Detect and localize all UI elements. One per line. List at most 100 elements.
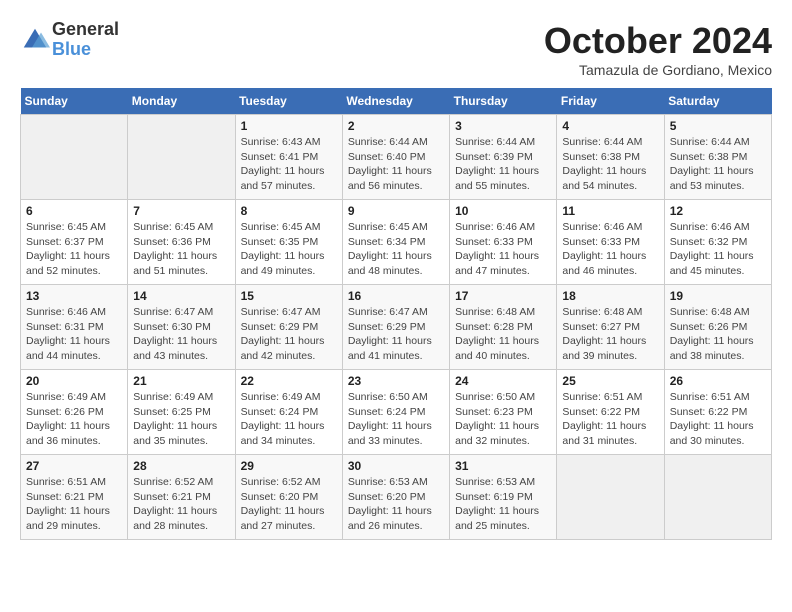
day-info: Sunrise: 6:47 AM Sunset: 6:29 PM Dayligh… [241, 305, 337, 364]
day-number: 18 [562, 289, 658, 303]
day-number: 9 [348, 204, 444, 218]
day-info: Sunrise: 6:47 AM Sunset: 6:29 PM Dayligh… [348, 305, 444, 364]
day-cell: 24Sunrise: 6:50 AM Sunset: 6:23 PM Dayli… [450, 370, 557, 455]
day-number: 1 [241, 119, 337, 133]
week-row-5: 27 Sunrise: 6:51 AM Sunset: 6:21 PM Dayli… [21, 455, 772, 540]
day-number: 22 [241, 374, 337, 388]
day-info: Sunrise: 6:45 AM Sunset: 6:37 PM Dayligh… [26, 220, 122, 279]
day-cell: 5 Sunrise: 6:44 AM Sunset: 6:38 PM Daylig… [664, 115, 771, 200]
day-cell: 20 Sunrise: 6:49 AM Sunset: 6:26 PM Dayli… [21, 370, 128, 455]
day-cell: 13Sunrise: 6:46 AM Sunset: 6:31 PM Dayli… [21, 285, 128, 370]
day-number: 30 [348, 459, 444, 473]
day-number: 16 [348, 289, 444, 303]
logo-blue: Blue [52, 40, 119, 60]
header-cell-wednesday: Wednesday [342, 88, 449, 115]
header-row: SundayMondayTuesdayWednesdayThursdayFrid… [21, 88, 772, 115]
header-cell-saturday: Saturday [664, 88, 771, 115]
day-info: Sunrise: 6:50 AM Sunset: 6:24 PM Dayligh… [348, 390, 444, 449]
day-number: 24 [455, 374, 551, 388]
day-cell: 4Sunrise: 6:44 AM Sunset: 6:38 PM Daylig… [557, 115, 664, 200]
logo-icon [20, 25, 50, 55]
day-info: Sunrise: 6:48 AM Sunset: 6:27 PM Dayligh… [562, 305, 658, 364]
day-info: Sunrise: 6:53 AM Sunset: 6:19 PM Dayligh… [455, 475, 551, 534]
day-info: Sunrise: 6:45 AM Sunset: 6:36 PM Dayligh… [133, 220, 229, 279]
day-cell: 21 Sunrise: 6:49 AM Sunset: 6:25 PM Dayli… [128, 370, 235, 455]
day-number: 3 [455, 119, 551, 133]
week-row-4: 20 Sunrise: 6:49 AM Sunset: 6:26 PM Dayli… [21, 370, 772, 455]
day-info: Sunrise: 6:49 AM Sunset: 6:26 PM Dayligh… [26, 390, 122, 449]
day-cell: 12Sunrise: 6:46 AM Sunset: 6:32 PM Dayli… [664, 200, 771, 285]
day-number: 19 [670, 289, 766, 303]
page-header: General Blue October 2024 Tamazula de Go… [20, 20, 772, 78]
day-cell: 23 Sunrise: 6:50 AM Sunset: 6:24 PM Dayli… [342, 370, 449, 455]
day-number: 11 [562, 204, 658, 218]
day-number: 2 [348, 119, 444, 133]
day-cell: 26Sunrise: 6:51 AM Sunset: 6:22 PM Dayli… [664, 370, 771, 455]
day-cell: 28 Sunrise: 6:52 AM Sunset: 6:21 PM Dayli… [128, 455, 235, 540]
day-cell: 8Sunrise: 6:45 AM Sunset: 6:35 PM Daylig… [235, 200, 342, 285]
day-info: Sunrise: 6:44 AM Sunset: 6:38 PM Dayligh… [670, 135, 766, 194]
day-cell: 1 Sunrise: 6:43 AM Sunset: 6:41 PM Daylig… [235, 115, 342, 200]
day-cell: 29Sunrise: 6:52 AM Sunset: 6:20 PM Dayli… [235, 455, 342, 540]
header-cell-tuesday: Tuesday [235, 88, 342, 115]
day-number: 14 [133, 289, 229, 303]
day-info: Sunrise: 6:49 AM Sunset: 6:24 PM Dayligh… [241, 390, 337, 449]
day-cell: 2 Sunrise: 6:44 AM Sunset: 6:40 PM Daylig… [342, 115, 449, 200]
day-number: 12 [670, 204, 766, 218]
header-cell-thursday: Thursday [450, 88, 557, 115]
day-cell: 27 Sunrise: 6:51 AM Sunset: 6:21 PM Dayli… [21, 455, 128, 540]
day-number: 29 [241, 459, 337, 473]
day-info: Sunrise: 6:44 AM Sunset: 6:40 PM Dayligh… [348, 135, 444, 194]
header-cell-sunday: Sunday [21, 88, 128, 115]
day-cell [21, 115, 128, 200]
day-number: 31 [455, 459, 551, 473]
day-info: Sunrise: 6:46 AM Sunset: 6:33 PM Dayligh… [455, 220, 551, 279]
day-number: 23 [348, 374, 444, 388]
day-cell: 15 Sunrise: 6:47 AM Sunset: 6:29 PM Dayli… [235, 285, 342, 370]
day-info: Sunrise: 6:49 AM Sunset: 6:25 PM Dayligh… [133, 390, 229, 449]
day-number: 5 [670, 119, 766, 133]
day-number: 6 [26, 204, 122, 218]
day-number: 17 [455, 289, 551, 303]
day-number: 27 [26, 459, 122, 473]
week-row-1: 1 Sunrise: 6:43 AM Sunset: 6:41 PM Daylig… [21, 115, 772, 200]
day-number: 28 [133, 459, 229, 473]
day-cell [664, 455, 771, 540]
day-cell: 30Sunrise: 6:53 AM Sunset: 6:20 PM Dayli… [342, 455, 449, 540]
day-info: Sunrise: 6:52 AM Sunset: 6:21 PM Dayligh… [133, 475, 229, 534]
logo: General Blue [20, 20, 119, 60]
day-info: Sunrise: 6:51 AM Sunset: 6:22 PM Dayligh… [670, 390, 766, 449]
day-number: 20 [26, 374, 122, 388]
day-info: Sunrise: 6:46 AM Sunset: 6:33 PM Dayligh… [562, 220, 658, 279]
day-number: 21 [133, 374, 229, 388]
day-number: 4 [562, 119, 658, 133]
day-cell [128, 115, 235, 200]
location-subtitle: Tamazula de Gordiano, Mexico [544, 62, 772, 78]
logo-general: General [52, 20, 119, 40]
day-cell: 11 Sunrise: 6:46 AM Sunset: 6:33 PM Dayli… [557, 200, 664, 285]
day-number: 10 [455, 204, 551, 218]
logo-text: General Blue [52, 20, 119, 60]
day-info: Sunrise: 6:51 AM Sunset: 6:22 PM Dayligh… [562, 390, 658, 449]
day-number: 15 [241, 289, 337, 303]
day-info: Sunrise: 6:44 AM Sunset: 6:39 PM Dayligh… [455, 135, 551, 194]
day-info: Sunrise: 6:48 AM Sunset: 6:28 PM Dayligh… [455, 305, 551, 364]
calendar-header: SundayMondayTuesdayWednesdayThursdayFrid… [21, 88, 772, 115]
day-cell: 14Sunrise: 6:47 AM Sunset: 6:30 PM Dayli… [128, 285, 235, 370]
week-row-2: 6 Sunrise: 6:45 AM Sunset: 6:37 PM Daylig… [21, 200, 772, 285]
day-number: 7 [133, 204, 229, 218]
day-cell: 16 Sunrise: 6:47 AM Sunset: 6:29 PM Dayli… [342, 285, 449, 370]
day-info: Sunrise: 6:43 AM Sunset: 6:41 PM Dayligh… [241, 135, 337, 194]
day-info: Sunrise: 6:46 AM Sunset: 6:31 PM Dayligh… [26, 305, 122, 364]
day-number: 8 [241, 204, 337, 218]
day-cell: 7 Sunrise: 6:45 AM Sunset: 6:36 PM Daylig… [128, 200, 235, 285]
calendar-table: SundayMondayTuesdayWednesdayThursdayFrid… [20, 88, 772, 540]
day-cell: 9Sunrise: 6:45 AM Sunset: 6:34 PM Daylig… [342, 200, 449, 285]
day-cell: 17 Sunrise: 6:48 AM Sunset: 6:28 PM Dayli… [450, 285, 557, 370]
day-info: Sunrise: 6:51 AM Sunset: 6:21 PM Dayligh… [26, 475, 122, 534]
month-title: October 2024 [544, 20, 772, 62]
calendar-body: 1 Sunrise: 6:43 AM Sunset: 6:41 PM Daylig… [21, 115, 772, 540]
header-cell-friday: Friday [557, 88, 664, 115]
header-cell-monday: Monday [128, 88, 235, 115]
day-number: 25 [562, 374, 658, 388]
